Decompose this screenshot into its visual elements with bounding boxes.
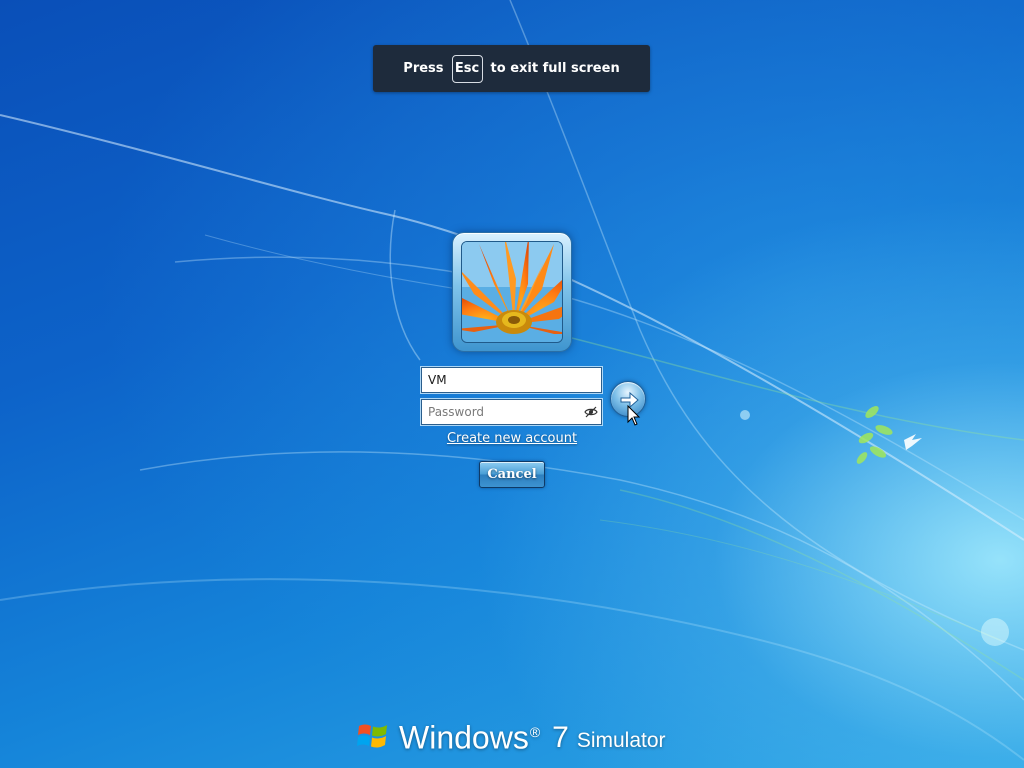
brand-name: Windows® — [399, 714, 540, 756]
registered-mark: ® — [529, 724, 541, 741]
green-leaves-decoration — [856, 406, 893, 464]
eye-icon[interactable] — [584, 405, 598, 419]
brand-version: 7 — [552, 721, 569, 754]
create-new-account-link[interactable]: Create new account — [420, 431, 604, 446]
windows-branding: Windows® 7 Simulator — [357, 716, 666, 756]
bird-decoration — [904, 434, 922, 450]
password-field[interactable] — [421, 399, 602, 425]
fullscreen-hint-prefix: Press — [403, 61, 444, 76]
user-avatar-flower-picture — [461, 241, 563, 343]
windows-logo-icon — [357, 724, 387, 748]
password-field-container — [421, 399, 602, 425]
username-field[interactable] — [421, 367, 602, 393]
submit-login-button[interactable] — [610, 381, 646, 417]
cancel-button[interactable]: Cancel — [479, 461, 545, 488]
logon-screen: Press Esc to exit full screen VM Create … — [0, 0, 1024, 768]
brand-suffix: Simulator — [576, 729, 666, 752]
user-avatar-frame — [452, 232, 572, 352]
esc-key-badge: Esc — [451, 54, 483, 83]
fullscreen-hint-suffix: to exit full screen — [490, 61, 620, 76]
brand-name-text: Windows — [399, 720, 529, 756]
fullscreen-hint-banner: Press Esc to exit full screen — [373, 45, 650, 92]
arrow-right-icon — [620, 391, 639, 409]
